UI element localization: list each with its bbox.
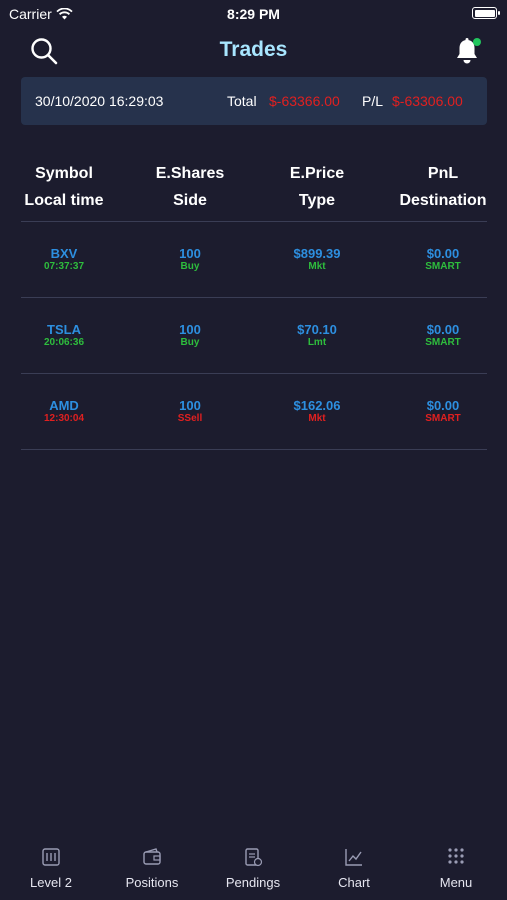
header-sublabel: Type <box>298 192 336 209</box>
cell-shares: 100 Buy <box>130 322 250 349</box>
cell-symbol: TSLA 20:06:36 <box>4 322 124 349</box>
tab-label: Pendings <box>225 875 281 890</box>
price-text: $899.39 <box>293 246 341 261</box>
notifications-button[interactable] <box>451 35 483 67</box>
pending-icon <box>245 848 263 867</box>
destination-text: SMART <box>425 337 461 348</box>
header-label: E.Price <box>289 165 345 182</box>
table-header: Symbol Local time E.Shares Side E.Price … <box>0 160 507 220</box>
account-summary: 30/10/2020 16:29:03 Total $-63366.00 P/L… <box>21 77 487 125</box>
type-text: Mkt <box>308 261 326 272</box>
side-text: Buy <box>180 337 200 348</box>
pl-value: $-63306.00 <box>392 93 463 109</box>
tab-label: Level 2 <box>30 875 72 890</box>
symbol-text: TSLA <box>47 322 81 337</box>
cell-price: $70.10 Lmt <box>257 322 377 349</box>
total-label: Total <box>227 93 257 109</box>
pnl-text: $0.00 <box>426 322 460 337</box>
cell-pnl: $0.00 SMART <box>383 246 503 273</box>
cell-shares: 100 Buy <box>130 246 250 273</box>
status-time: 8:29 PM <box>227 6 280 22</box>
cell-price: $162.06 Mkt <box>257 398 377 425</box>
shares-text: 100 <box>179 398 201 413</box>
table-row[interactable]: BXV 07:37:37 100 Buy $899.39 Mkt $0.00 S… <box>0 222 507 298</box>
tab-bar: Level 2 Positions Pendings Chart Menu <box>0 838 507 900</box>
cell-price: $899.39 Mkt <box>257 246 377 273</box>
cell-pnl: $0.00 SMART <box>383 322 503 349</box>
pnl-text: $0.00 <box>426 398 460 413</box>
header-price[interactable]: E.Price Type <box>257 160 377 214</box>
tab-positions[interactable]: Positions <box>102 838 202 890</box>
header-label: PnL <box>427 165 459 182</box>
symbol-text: BXV <box>50 246 78 261</box>
type-text: Mkt <box>308 413 326 424</box>
side-text: Buy <box>180 261 200 272</box>
time-text: 07:37:37 <box>43 261 85 272</box>
side-text: SSell <box>177 413 203 424</box>
chart-icon <box>345 849 362 866</box>
type-text: Lmt <box>307 337 327 348</box>
level2-icon <box>42 848 60 866</box>
cell-symbol: BXV 07:37:37 <box>4 246 124 273</box>
battery-icon <box>472 7 500 19</box>
shares-text: 100 <box>179 322 201 337</box>
symbol-text: AMD <box>49 398 79 413</box>
header-sublabel: Side <box>173 192 207 209</box>
cell-shares: 100 SSell <box>130 398 250 425</box>
tab-label: Menu <box>439 875 473 890</box>
destination-text: SMART <box>425 413 461 424</box>
header-sublabel: Local time <box>24 192 104 209</box>
table-row[interactable]: AMD 12:30:04 100 SSell $162.06 Mkt $0.00… <box>0 374 507 450</box>
tab-label: Chart <box>338 875 370 890</box>
price-text: $70.10 <box>297 322 337 337</box>
wallet-icon <box>143 848 161 865</box>
header-symbol[interactable]: Symbol Local time <box>4 160 124 214</box>
tab-level2[interactable]: Level 2 <box>1 838 101 890</box>
total-value: $-63366.00 <box>269 93 340 109</box>
menu-grid-icon <box>448 848 464 864</box>
tab-menu[interactable]: Menu <box>406 838 506 890</box>
tab-label: Positions <box>125 875 179 890</box>
pl-label: P/L <box>362 93 384 109</box>
notification-badge <box>473 38 481 46</box>
header-label: Symbol <box>35 165 93 182</box>
price-text: $162.06 <box>293 398 341 413</box>
tab-pendings[interactable]: Pendings <box>203 838 303 890</box>
tab-chart[interactable]: Chart <box>304 838 404 890</box>
header-shares[interactable]: E.Shares Side <box>130 160 250 214</box>
time-text: 12:30:04 <box>43 413 85 424</box>
destination-text: SMART <box>425 261 461 272</box>
divider <box>21 449 487 450</box>
header-label: E.Shares <box>155 165 225 182</box>
pnl-text: $0.00 <box>426 246 460 261</box>
cell-pnl: $0.00 SMART <box>383 398 503 425</box>
page-title: Trades <box>219 38 288 61</box>
time-text: 20:06:36 <box>43 337 85 348</box>
header-sublabel: Destination <box>399 192 487 209</box>
nav-bar: Trades <box>0 30 507 72</box>
summary-datetime: 30/10/2020 16:29:03 <box>35 93 164 109</box>
header-pnl[interactable]: PnL Destination <box>383 160 503 214</box>
table-row[interactable]: TSLA 20:06:36 100 Buy $70.10 Lmt $0.00 S… <box>0 298 507 374</box>
status-bar: Carrier 8:29 PM <box>0 0 507 28</box>
cell-symbol: AMD 12:30:04 <box>4 398 124 425</box>
shares-text: 100 <box>179 246 201 261</box>
